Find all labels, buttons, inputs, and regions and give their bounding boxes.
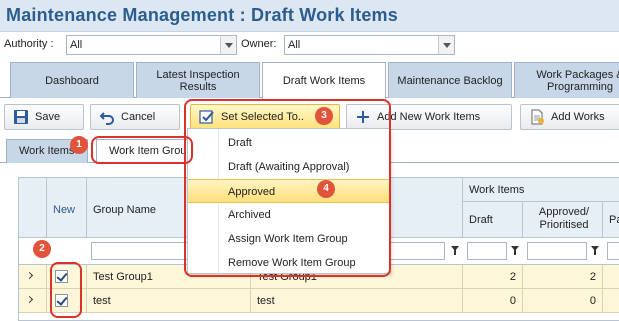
owner-select[interactable]: All	[284, 35, 455, 55]
annotation-badge-2: 2	[33, 240, 51, 258]
chevron-right-icon[interactable]	[25, 295, 34, 304]
group-name-cell: test	[87, 289, 251, 313]
document-icon	[529, 109, 545, 125]
save-label: Save	[35, 111, 61, 123]
pa-header-label: Pa	[609, 214, 619, 226]
expand-column-header	[19, 178, 47, 238]
title-bar: Maintenance Management : Draft Work Item…	[0, 0, 619, 32]
tab-dashboard[interactable]: Dashboard	[10, 62, 134, 98]
tab-maintenance-backlog[interactable]: Maintenance Backlog	[388, 62, 512, 98]
filter-icon[interactable]	[511, 246, 519, 255]
annotation-box-sub-tab	[91, 136, 193, 164]
table-row[interactable]: test test 0 0	[19, 289, 619, 313]
main-tab-bar: Dashboard Latest Inspection Results Draf…	[0, 60, 619, 99]
save-button[interactable]: Save	[4, 104, 84, 130]
draft-filter-input[interactable]	[467, 242, 507, 260]
chevron-right-icon[interactable]	[25, 271, 34, 280]
tab-draft-work-items[interactable]: Draft Work Items	[262, 62, 386, 99]
pa-column-header[interactable]: Pa	[603, 202, 619, 238]
filter-icon[interactable]	[451, 246, 459, 255]
owner-value: All	[288, 39, 301, 51]
add-new-label: Add New Work Items	[377, 111, 481, 123]
group-name-header-label: Group Name	[93, 204, 156, 216]
approved-count-cell: 2	[523, 265, 603, 289]
save-icon	[13, 109, 29, 125]
expand-cell[interactable]	[19, 289, 47, 313]
chevron-down-icon[interactable]	[438, 36, 454, 54]
page-title: Maintenance Management : Draft Work Item…	[6, 5, 398, 25]
approved-header-label: Approved/ Prioritised	[538, 206, 590, 231]
approved-filter-input[interactable]	[527, 242, 587, 260]
pa-filter-input[interactable]	[607, 242, 619, 260]
work-items-header-label: Work Items	[469, 184, 525, 196]
undo-icon	[99, 109, 115, 125]
work-items-header-group: Work Items	[463, 178, 619, 202]
draft-header-label: Draft	[469, 214, 493, 226]
filter-row: Authority : All Owner: All	[0, 33, 619, 57]
approved-count-cell: 0	[523, 289, 603, 313]
add-works-button[interactable]: Add Works	[520, 104, 619, 130]
authority-select[interactable]: All	[66, 35, 237, 55]
cancel-label: Cancel	[121, 111, 156, 123]
annotation-badge-1: 1	[70, 136, 88, 154]
pa-cell	[603, 265, 619, 289]
approved-column-header[interactable]: Approved/ Prioritised	[523, 202, 603, 238]
annotation-badge-4: 4	[317, 180, 335, 198]
tab-latest-inspection-results[interactable]: Latest Inspection Results	[136, 62, 260, 98]
chevron-down-icon[interactable]	[220, 36, 236, 54]
cancel-button[interactable]: Cancel	[90, 104, 180, 130]
add-works-label: Add Works	[551, 111, 605, 123]
tab-work-packages[interactable]: Work Packages & Programming	[514, 62, 619, 98]
annotation-box-menu	[184, 99, 391, 277]
draft-column-header[interactable]: Draft	[463, 202, 523, 238]
new-header-label: New	[53, 204, 76, 216]
description-cell: test	[251, 289, 463, 313]
authority-value: All	[70, 39, 83, 51]
draft-count-cell: 2	[463, 265, 523, 289]
new-column-header[interactable]: New	[47, 178, 87, 238]
annotation-box-checkboxes	[50, 262, 82, 318]
pa-cell	[603, 289, 619, 313]
authority-label: Authority :	[4, 38, 54, 50]
draft-count-cell: 0	[463, 289, 523, 313]
expand-cell[interactable]	[19, 265, 47, 289]
annotation-badge-3: 3	[315, 107, 333, 125]
filter-icon[interactable]	[591, 246, 599, 255]
owner-label: Owner:	[241, 38, 277, 50]
